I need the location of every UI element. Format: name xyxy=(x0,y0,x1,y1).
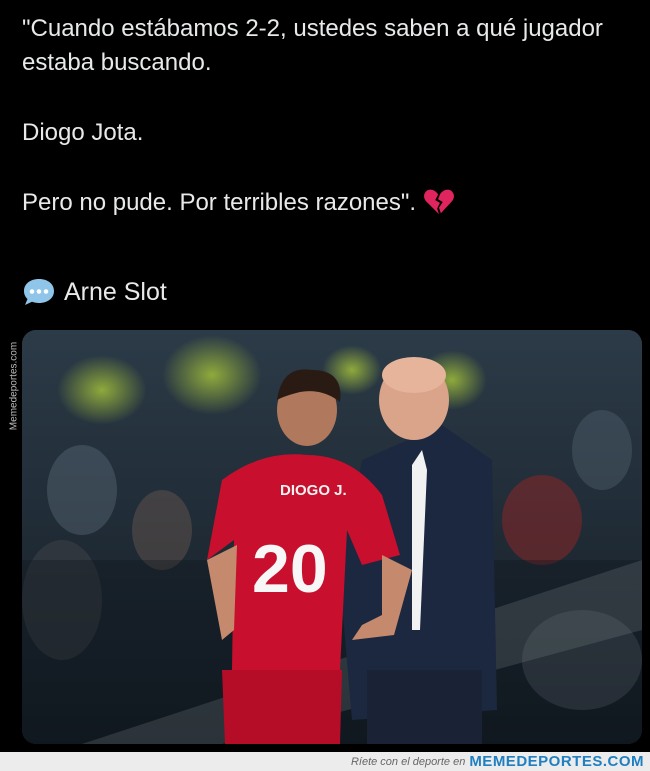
shirt-name: DIOGO J. xyxy=(280,482,347,499)
footer-tagline: Ríete con el deporte en xyxy=(350,755,466,768)
photo-illustration: DIOGO J. 20 xyxy=(22,330,642,744)
quote-line-2: Diogo Jota. xyxy=(22,119,144,146)
tweet-photo[interactable]: DIOGO J. 20 xyxy=(22,330,642,744)
footer-brand[interactable]: MEMEDEPORTES.COM xyxy=(469,753,644,770)
tweet-text: "Cuando estábamos 2-2, ustedes saben a q… xyxy=(22,12,622,220)
side-watermark-text: Memedeportes.com xyxy=(8,341,20,430)
footer-watermark-bar: Ríete con el deporte en MEMEDEPORTES.COM xyxy=(0,752,650,771)
side-watermark: Memedeportes.com xyxy=(5,328,23,443)
broken-heart-icon xyxy=(424,189,455,215)
author-line: Arne Slot xyxy=(22,275,167,309)
author-name: Arne Slot xyxy=(64,278,167,306)
quote-line-1: "Cuando estábamos 2-2, ustedes saben a q… xyxy=(22,15,603,76)
shirt-number: 20 xyxy=(252,531,328,607)
speech-bubble-icon xyxy=(24,279,54,305)
quote-line-3: Pero no pude. Por terribles razones". xyxy=(22,186,622,220)
